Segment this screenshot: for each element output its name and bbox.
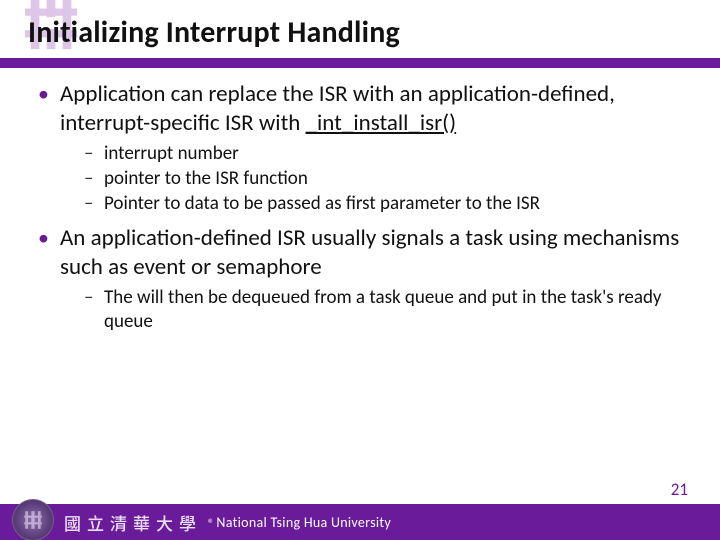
university-name-cn: 國立清華大學 ® [64,510,212,535]
function-name: _int_install_isr() [306,109,457,137]
sub-bullet-item: The will then be dequeued from a task qu… [60,286,692,335]
sub-bullet-item: Pointer to data to be passed as first pa… [60,192,692,216]
bullet-item: Application can replace the ISR with an … [34,80,692,216]
cn-text: 國立清華大學 [64,510,202,535]
title-area: Initializing Interrupt Handling [28,14,692,51]
sub-bullet-item: pointer to the ISR function [60,167,692,191]
university-name-en: National Tsing Hua University [216,514,391,531]
bullet-list-level1: Application can replace the ISR with an … [34,80,692,335]
bullet-item: An application-defined ISR usually signa… [34,224,692,334]
title-underline-bar [0,58,720,68]
bullet-list-level2: The will then be dequeued from a task qu… [60,286,692,335]
seal-glyph-icon [22,509,44,531]
slide: Initializing Interrupt Handling Applicat… [0,0,720,540]
bullet-list-level2: interrupt number pointer to the ISR func… [60,142,692,217]
page-number: 21 [671,479,688,500]
footer-bar: 國立清華大學 ® National Tsing Hua University [0,504,720,540]
bullet-text: An application-defined ISR usually signa… [60,224,679,281]
trademark-icon: ® [208,516,212,529]
content-area: Application can replace the ISR with an … [34,80,692,343]
sub-bullet-item: interrupt number [60,142,692,166]
university-seal [12,499,54,540]
slide-title: Initializing Interrupt Handling [28,14,692,51]
